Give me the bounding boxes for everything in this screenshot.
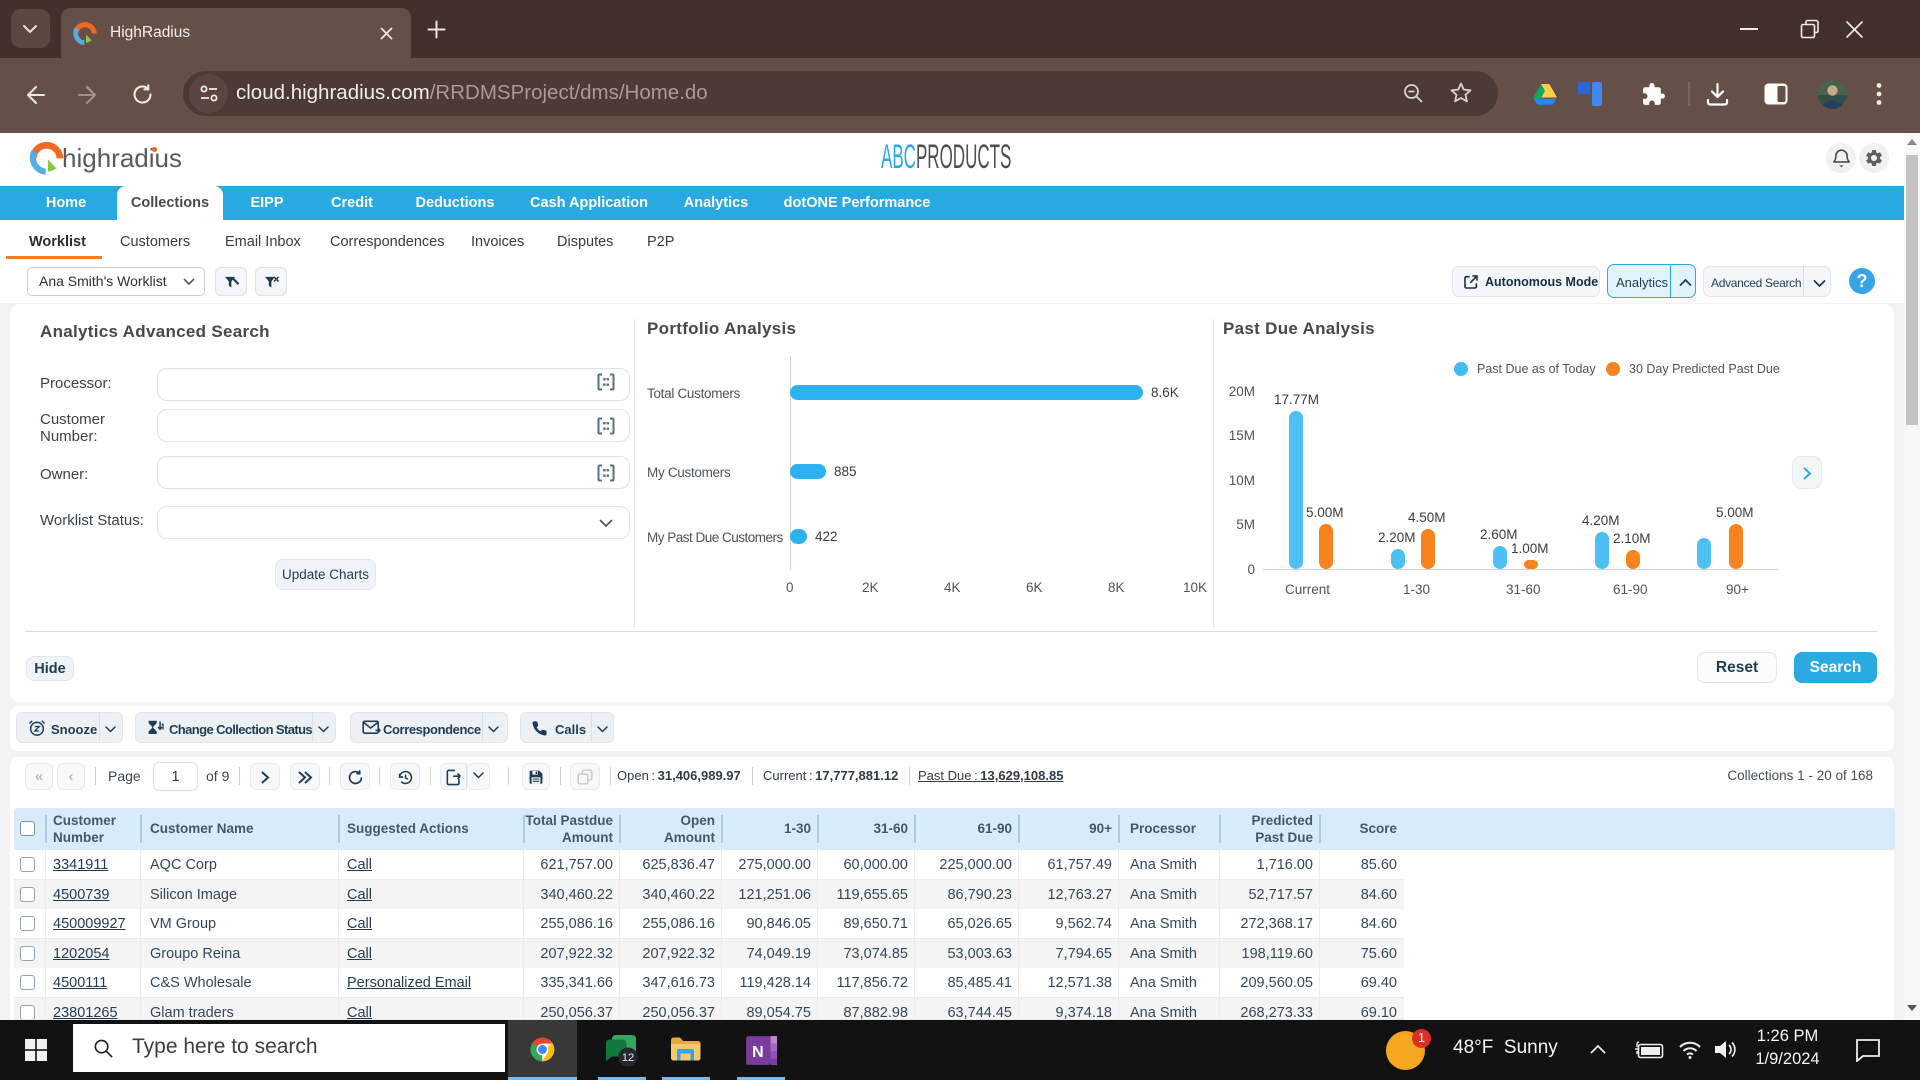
svg-text:12: 12 bbox=[622, 1052, 634, 1064]
svg-text:N: N bbox=[752, 1044, 764, 1061]
